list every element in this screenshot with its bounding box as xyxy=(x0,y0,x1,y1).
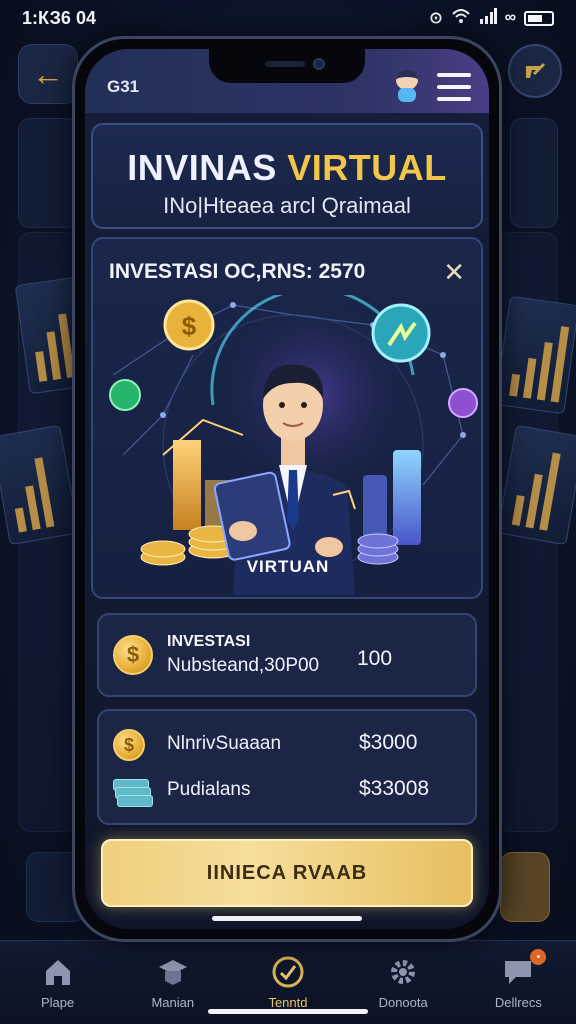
gear-icon xyxy=(386,955,420,989)
bg-panel-left-top xyxy=(18,118,78,228)
phone-screen: G31 INVINAS VIRTUAL INo|Hteaea arcl Qrai… xyxy=(85,49,489,929)
camera-icon xyxy=(313,58,325,70)
svg-text:$: $ xyxy=(182,311,197,341)
coin-icon: $ xyxy=(113,729,145,761)
title-part-2: VIRTUAL xyxy=(287,147,447,188)
speaker-grille xyxy=(265,61,305,67)
investment-summary-card[interactable]: $ INVESTASI Nubsteand,30P00 100 xyxy=(97,613,477,697)
nav-label: Plape xyxy=(40,995,75,1010)
home-icon xyxy=(41,955,75,989)
phone-notch xyxy=(209,49,365,83)
nav-label: Dellrecs xyxy=(494,995,542,1010)
signal-icon xyxy=(479,7,497,29)
nav-label: Donoota xyxy=(378,995,428,1010)
status-icons: ⊙ ∞ xyxy=(429,7,554,29)
nav-item-home[interactable]: Plape xyxy=(10,955,106,1010)
phone-home-indicator xyxy=(212,916,362,921)
cash-stack-icon xyxy=(113,779,153,807)
arrow-left-icon: ← xyxy=(32,55,64,92)
app-subtitle: INo|Hteaea arcl Qraimaal xyxy=(163,193,411,218)
invest-button[interactable]: IINIЕСA RVAAB xyxy=(101,839,473,907)
summary-value: 100 xyxy=(357,647,393,670)
back-button[interactable]: ← xyxy=(18,44,78,104)
nav-item-settings[interactable]: Donoota xyxy=(355,955,451,1010)
notification-badge: • xyxy=(530,949,547,965)
system-home-indicator xyxy=(208,1009,368,1014)
hero-title: INVESTASI ОС,RNS: 2570 xyxy=(109,260,366,283)
graduation-cap-icon xyxy=(156,955,190,989)
nav-item-invest[interactable]: Tenntd xyxy=(240,955,336,1010)
app-time: G31 xyxy=(107,77,140,96)
title-part-1: INVINAS xyxy=(127,147,277,188)
mascot-avatar-icon[interactable] xyxy=(391,70,423,104)
summary-title: INVESTASI xyxy=(167,633,251,650)
investment-details-card: $ NlnrivSuaaan $3000 Pudialans $33008 xyxy=(97,709,477,825)
detail-value: $33008 xyxy=(359,777,430,800)
detail-label: NlnrivSuaaan xyxy=(167,733,282,754)
title-card: INVINAS VIRTUAL INo|Hteaea arcl Qraimaal xyxy=(91,123,483,229)
phone-mockup: G31 INVINAS VIRTUAL INo|Hteaea arcl Qrai… xyxy=(72,36,502,942)
nav-item-messages[interactable]: • Dellrecs xyxy=(470,949,566,1010)
nav-item-learn[interactable]: Manian xyxy=(125,955,221,1010)
app-title: INVINAS VIRTUAL xyxy=(93,147,481,189)
header-actions xyxy=(391,70,471,104)
nav-label: Manian xyxy=(151,995,195,1010)
detail-label: Pudialans xyxy=(167,779,251,800)
hamburger-menu-icon[interactable] xyxy=(437,73,471,101)
status-time: 1:КЗ6 04 xyxy=(22,7,96,28)
brand-logo-icon[interactable] xyxy=(508,44,562,98)
coin-icon: $ xyxy=(113,635,153,675)
bg-panel-right-top xyxy=(510,118,558,228)
bg-panel-right-bottom xyxy=(500,852,550,922)
coin-check-icon xyxy=(271,955,305,989)
alarm-icon: ⊙ xyxy=(429,10,443,27)
wifi-icon xyxy=(451,8,471,29)
bg-chart-right xyxy=(494,295,576,415)
detail-value: $3000 xyxy=(359,731,418,754)
link-icon: ∞ xyxy=(504,9,516,26)
close-icon[interactable]: ✕ xyxy=(443,259,465,285)
illustration-label: VIRTUAN xyxy=(246,557,330,576)
investor-illustration: $ xyxy=(109,295,478,595)
summary-label: Nubsteand,30P00 xyxy=(167,655,320,676)
hero-header: INVESTASI ОС,RNS: 2570 ✕ xyxy=(109,259,465,285)
nav-label: Tenntd xyxy=(268,995,308,1010)
battery-icon xyxy=(524,10,554,26)
hero-card: INVESTASI ОС,RNS: 2570 ✕ $ VIRTUAN xyxy=(91,237,483,599)
status-bar: 1:КЗ6 04 ⊙ ∞ xyxy=(0,0,576,36)
